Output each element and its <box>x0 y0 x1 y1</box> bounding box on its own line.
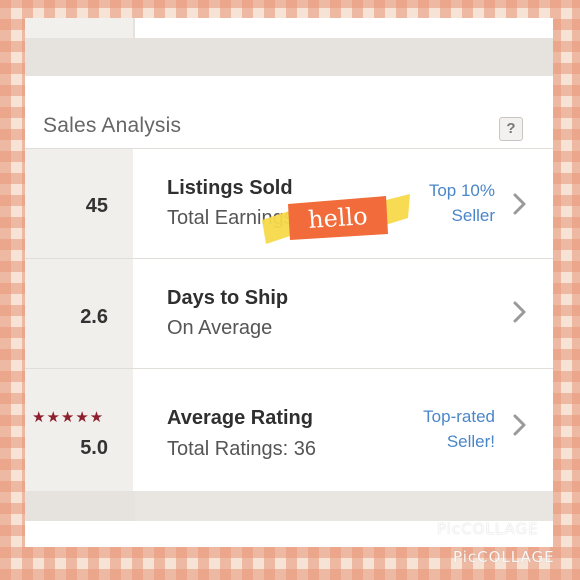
average-rating-value: 5.0 <box>80 437 108 459</box>
listings-sold-value: 45 <box>85 195 108 217</box>
badge-line-1: Top-rated <box>423 407 495 426</box>
days-to-ship-row[interactable]: 2.6 Days to Ship On Average <box>25 259 553 369</box>
hello-sticker: hello <box>262 194 410 244</box>
bottom-band <box>25 491 553 521</box>
badge-line-2: Seller! <box>446 432 495 451</box>
chevron-right-icon[interactable] <box>512 414 528 436</box>
rating-stars: ★★★★★ <box>32 409 105 426</box>
on-average-label: On Average <box>167 317 273 339</box>
average-rating-row[interactable]: ★★★★★ 5.0 Average Rating Total Ratings: … <box>25 369 553 479</box>
average-rating-label: Average Rating <box>167 407 313 429</box>
help-button[interactable]: ? <box>499 117 523 141</box>
chevron-right-icon[interactable] <box>512 193 528 215</box>
top-rated-seller-badge[interactable]: Top-rated Seller! <box>423 404 495 454</box>
days-to-ship-value: 2.6 <box>80 306 108 328</box>
top-seller-badge[interactable]: Top 10% Seller <box>429 178 495 228</box>
badge-line-2: Seller <box>451 206 495 225</box>
chevron-right-icon[interactable] <box>512 301 528 323</box>
section-title: Sales Analysis <box>43 114 182 137</box>
days-to-ship-label: Days to Ship <box>167 287 289 309</box>
top-band-strip <box>135 18 553 38</box>
badge-line-1: Top 10% <box>428 181 495 200</box>
section-header: Sales Analysis ? <box>25 76 553 149</box>
bottom-band-inner <box>135 491 553 521</box>
sales-analysis-card: Sales Analysis ? 45 Listings Sold Total … <box>25 18 553 547</box>
top-band <box>25 18 553 76</box>
hello-text: hello <box>307 202 368 234</box>
total-ratings-label: Total Ratings: 36 <box>167 438 316 460</box>
watermark-text-2: PicCOLLAGE <box>453 548 555 566</box>
watermark-text-1: PicCOLLAGE <box>437 520 539 538</box>
top-band-left <box>25 18 133 38</box>
